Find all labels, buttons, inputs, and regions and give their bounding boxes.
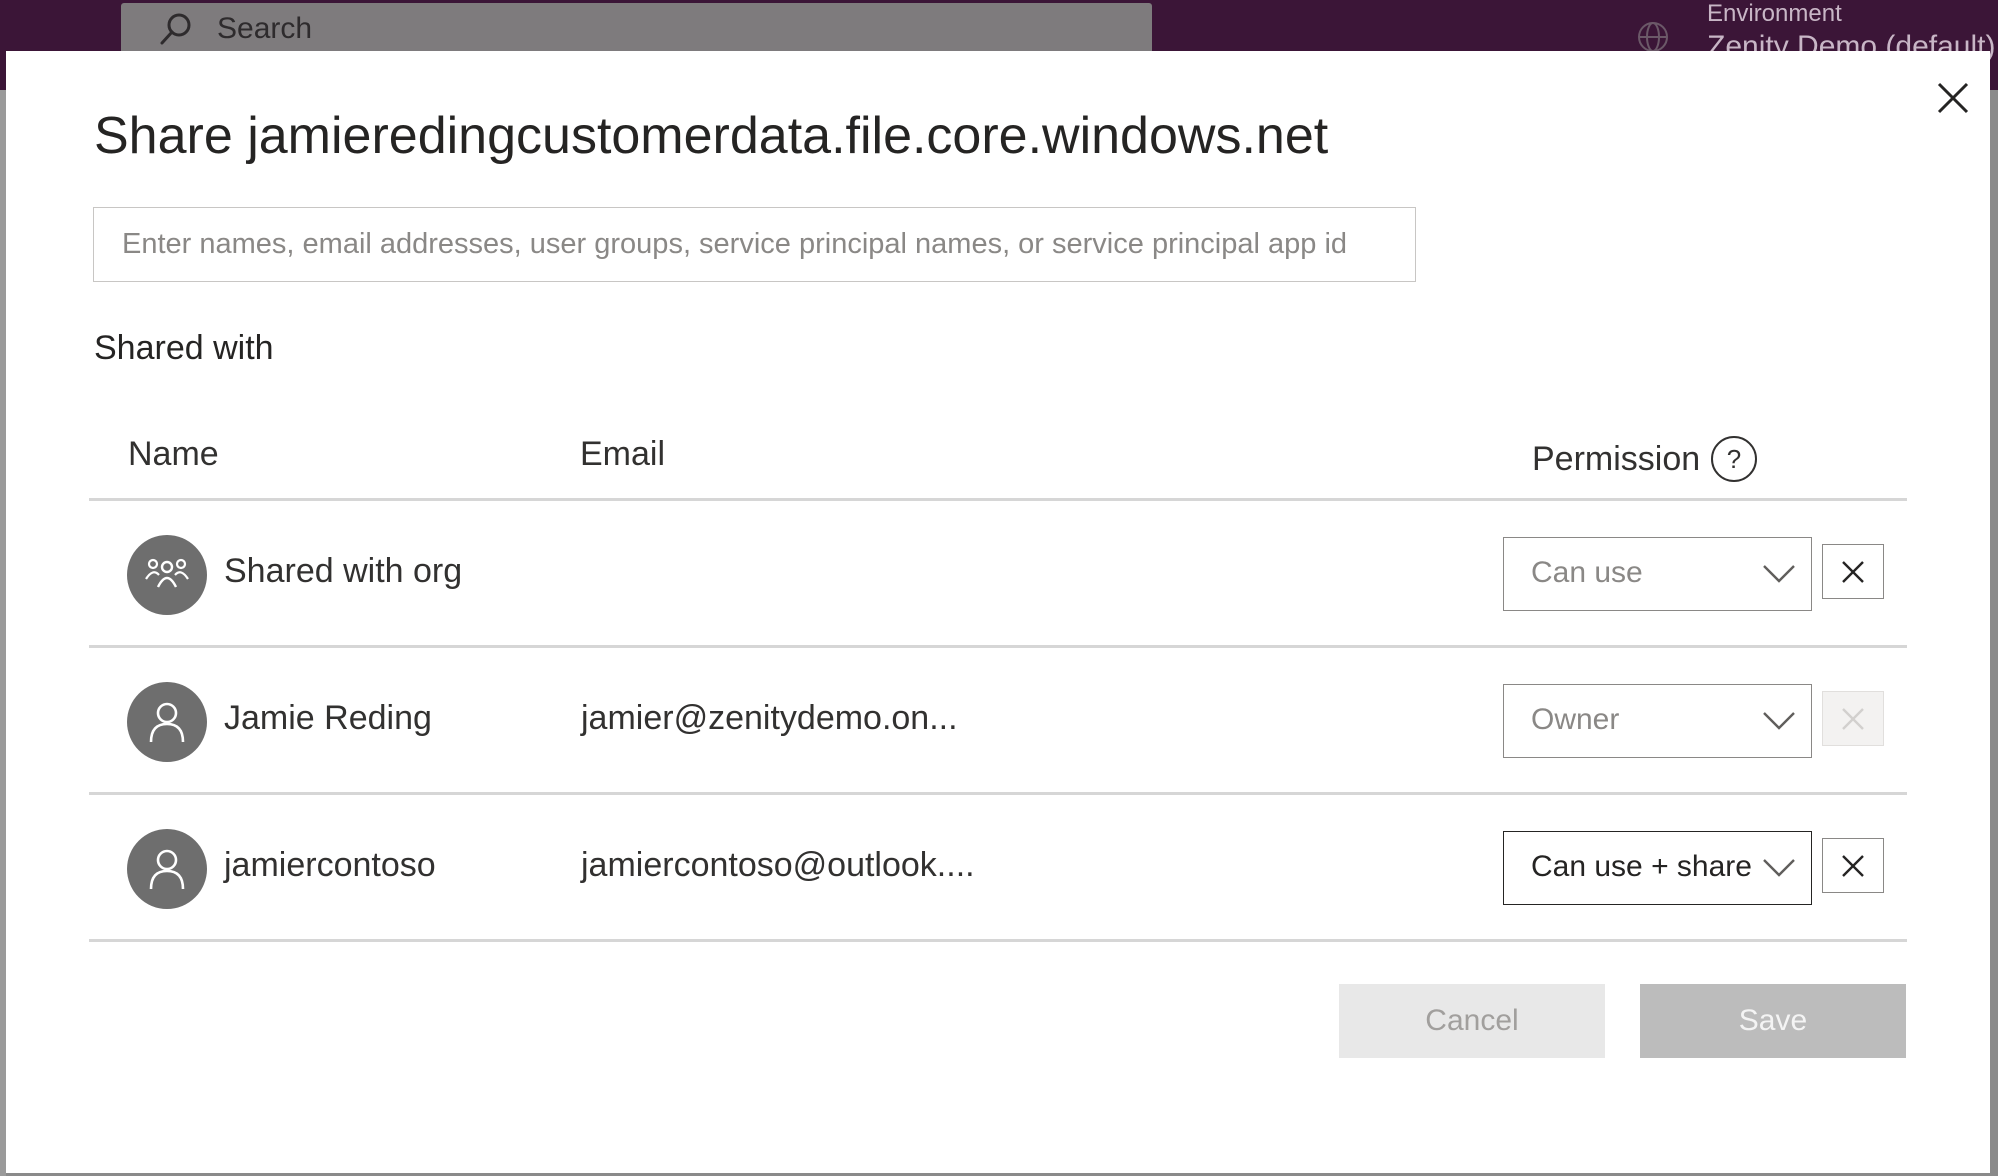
background-search-placeholder: Search	[217, 12, 313, 45]
close-icon	[1842, 854, 1864, 877]
save-button[interactable]: Save	[1640, 984, 1906, 1058]
environment-label: Environment	[1707, 0, 1842, 27]
row-name: jamiercontoso	[224, 846, 436, 884]
close-button[interactable]	[1930, 75, 1976, 121]
chevron-down-icon	[1763, 712, 1795, 730]
row-email: jamier@zenitydemo.on...	[581, 699, 958, 737]
dialog-title: Share jamieredingcustomerdata.file.core.…	[94, 107, 1329, 165]
row-email: jamiercontoso@outlook....	[581, 846, 975, 884]
remove-button-disabled	[1822, 691, 1884, 746]
person-icon	[149, 849, 185, 890]
avatar	[127, 682, 207, 762]
close-icon	[1937, 82, 1969, 114]
search-icon	[160, 13, 191, 45]
permission-value: Can use + share	[1531, 850, 1752, 883]
table-row: Jamie Reding jamier@zenitydemo.on... Own…	[89, 647, 1907, 793]
people-picker-input[interactable]	[93, 207, 1416, 282]
permission-dropdown[interactable]: Can use + share	[1503, 831, 1812, 905]
permission-dropdown[interactable]: Owner	[1503, 684, 1812, 758]
cancel-button[interactable]: Cancel	[1339, 984, 1605, 1058]
column-header-name: Name	[128, 435, 219, 473]
permission-value: Owner	[1531, 703, 1620, 736]
group-icon	[145, 558, 189, 588]
column-header-permission: Permission ?	[1532, 435, 1758, 483]
background-search-box: Search	[121, 3, 1152, 55]
permission-dropdown[interactable]: Can use	[1503, 537, 1812, 611]
svg-text:?: ?	[1727, 444, 1741, 474]
avatar	[127, 829, 207, 909]
globe-icon	[1638, 22, 1668, 52]
row-divider	[89, 939, 1907, 942]
column-header-email: Email	[580, 435, 666, 473]
row-name: Jamie Reding	[224, 699, 432, 737]
chevron-down-icon	[1763, 565, 1795, 583]
row-name: Shared with org	[224, 552, 463, 590]
chevron-down-icon	[1763, 859, 1795, 877]
shared-with-heading: Shared with	[94, 329, 274, 367]
help-icon[interactable]: ?	[1710, 435, 1758, 483]
close-icon	[1842, 560, 1864, 583]
table-row: Shared with org Can use	[89, 500, 1907, 646]
remove-button[interactable]	[1822, 838, 1884, 893]
remove-button[interactable]	[1822, 544, 1884, 599]
table-row: jamiercontoso jamiercontoso@outlook.... …	[89, 794, 1907, 940]
column-header-permission-label: Permission	[1532, 439, 1701, 478]
close-icon	[1842, 707, 1864, 730]
person-icon	[149, 702, 185, 743]
share-dialog: Share jamieredingcustomerdata.file.core.…	[6, 51, 1990, 1173]
avatar	[127, 535, 207, 615]
permission-value: Can use	[1531, 556, 1643, 589]
